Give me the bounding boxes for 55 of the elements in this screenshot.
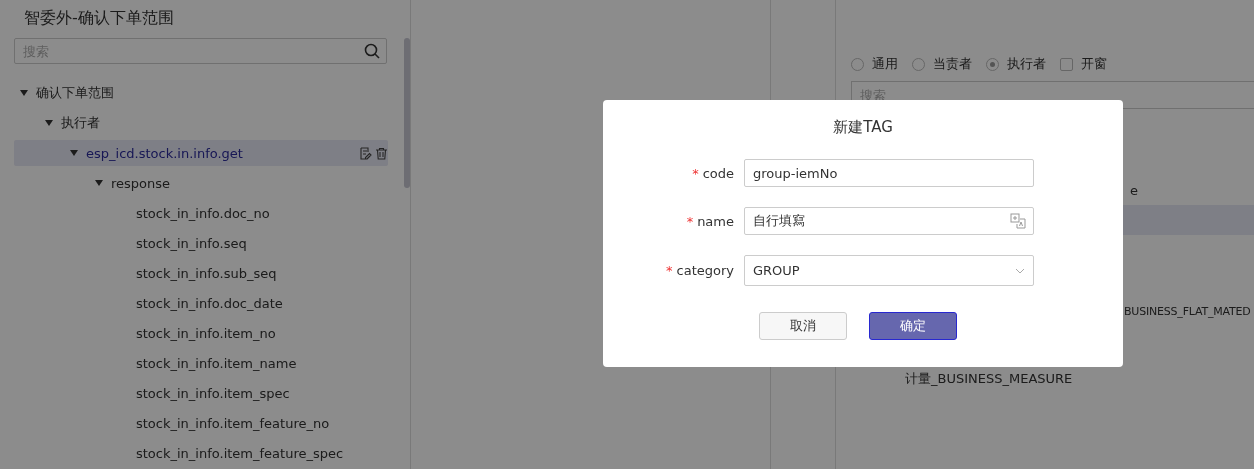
chevron-down-icon [1015, 267, 1025, 274]
tree-item-label: stock_in_info.item_no [136, 325, 277, 341]
caret-down-icon[interactable] [45, 119, 53, 127]
tree-item[interactable]: stock_in_info.item_no [14, 320, 388, 346]
required-mark: * [666, 263, 673, 278]
translate-icon[interactable] [1010, 213, 1026, 229]
tree-item-label: stock_in_info.doc_no [136, 205, 271, 221]
tree-item-label: stock_in_info.item_name [136, 355, 298, 371]
caret-down-icon[interactable] [70, 149, 78, 157]
tree-item[interactable]: stock_in_info.item_feature_spec [14, 440, 388, 466]
field-label: name [697, 213, 734, 229]
tree-item[interactable]: stock_in_info.item_spec [14, 380, 388, 406]
category-select[interactable]: GROUP [744, 255, 1034, 286]
scrollbar[interactable] [404, 38, 410, 188]
tree-item-label: esp_icd.stock.in.info.get [86, 145, 244, 161]
field-label: code [702, 165, 734, 181]
tree-item-label: stock_in_info.doc_date [136, 295, 284, 311]
radio-label: 当责者 [933, 55, 972, 73]
edit-icon[interactable] [359, 146, 372, 160]
tree-item[interactable]: 执行者 [14, 110, 388, 136]
name-field[interactable]: 自行填寫 [744, 207, 1034, 235]
tree-item[interactable]: 确认下单范围 [14, 80, 388, 106]
tree-item-label: response [111, 175, 172, 191]
page-title: 智委外-确认下单范围 [23, 7, 175, 29]
radio-label: 通用 [872, 55, 898, 73]
code-field[interactable]: group-iemNo [744, 159, 1034, 187]
tree-item-label: 确认下单范围 [36, 84, 115, 102]
tree-item-label: stock_in_info.item_feature_no [136, 415, 331, 431]
required-mark: * [686, 213, 694, 229]
tree-item[interactable]: stock_in_info.doc_no [14, 200, 388, 226]
confirm-button[interactable]: 确定 [869, 312, 957, 340]
tree-item[interactable]: esp_icd.stock.in.info.get [14, 140, 388, 166]
tree-item[interactable]: stock_in_info.item_name [14, 350, 388, 376]
field-label: category [676, 263, 734, 278]
trash-icon[interactable] [375, 146, 388, 160]
tree-item-label: stock_in_info.item_spec [136, 385, 291, 401]
tree-item[interactable]: stock_in_info.sub_seq [14, 260, 388, 286]
tree-item-label: stock_in_info.sub_seq [136, 265, 278, 281]
radio-label: 执行者 [1007, 55, 1046, 73]
tree-item[interactable]: response [14, 170, 388, 196]
required-mark: * [692, 165, 699, 181]
caret-down-icon[interactable] [20, 89, 28, 97]
tree-item-label: stock_in_info.seq [136, 235, 248, 251]
tree-item-label: 执行者 [61, 114, 101, 132]
checkbox[interactable] [1060, 57, 1073, 71]
cancel-button[interactable]: 取消 [759, 312, 847, 340]
tree-item[interactable]: stock_in_info.seq [14, 230, 388, 256]
search-icon[interactable] [364, 43, 380, 59]
caret-down-icon[interactable] [95, 179, 103, 187]
checkbox-label: 开窗 [1081, 55, 1107, 73]
tree-item[interactable]: stock_in_info.doc_date [14, 290, 388, 316]
tree-item[interactable]: stock_in_info.item_feature_no [14, 410, 388, 436]
tree-item-label: stock_in_info.item_feature_spec [136, 445, 345, 461]
dialog-title: 新建TAG [832, 118, 894, 137]
list-item[interactable]: 计量_BUSINESS_MEASURE [851, 364, 1254, 394]
